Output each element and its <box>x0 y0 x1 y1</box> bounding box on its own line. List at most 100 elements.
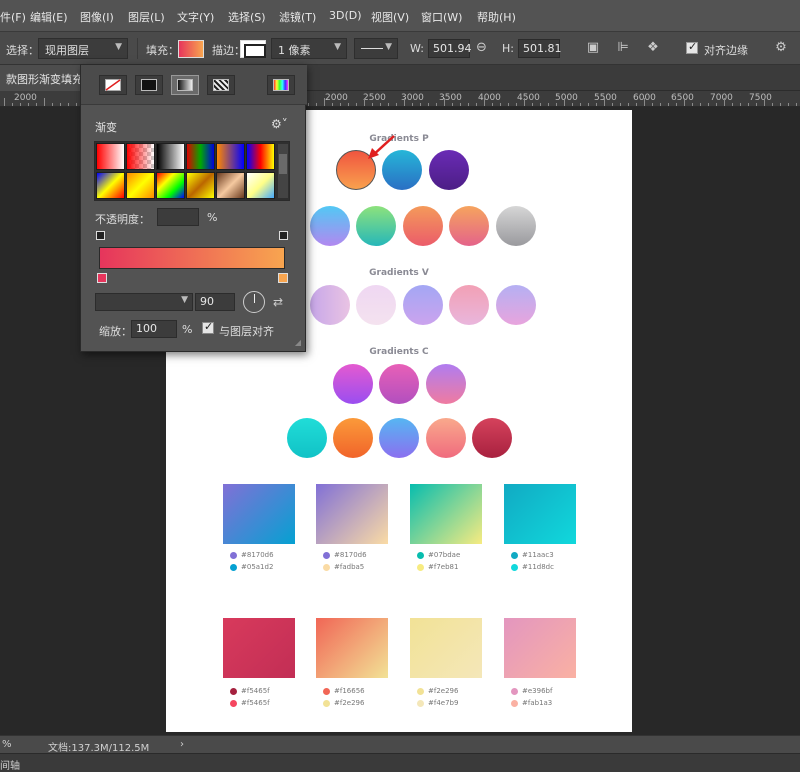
gradient-preset[interactable] <box>216 143 245 170</box>
zoom-level[interactable]: % <box>2 739 12 750</box>
fill-swatch-button[interactable] <box>178 40 204 58</box>
angle-input[interactable]: 90 <box>195 293 235 311</box>
gradient-square[interactable] <box>504 484 576 544</box>
gradient-circle[interactable] <box>333 364 373 404</box>
gradient-square[interactable] <box>410 484 482 544</box>
color-hex: #f16656 <box>334 687 365 695</box>
menu-filter[interactable]: 滤镜(T) <box>279 9 316 25</box>
gradient-circle[interactable] <box>429 150 469 190</box>
pattern-fill-button[interactable] <box>207 75 235 95</box>
menu-view[interactable]: 视图(V) <box>371 9 409 25</box>
gradient-square[interactable] <box>316 484 388 544</box>
path-arrangement-icon[interactable]: ❖ <box>642 38 664 58</box>
gradient-preset[interactable] <box>156 143 185 170</box>
gradient-circle[interactable] <box>496 285 536 325</box>
ruler-tick <box>780 103 781 106</box>
ruler-tick <box>540 103 541 106</box>
menu-help[interactable]: 帮助(H) <box>477 9 516 25</box>
gradient-circle[interactable] <box>287 418 327 458</box>
gear-icon[interactable]: ⚙ <box>770 38 792 58</box>
gradient-preset[interactable] <box>126 143 155 170</box>
color-picker-button[interactable] <box>267 75 295 95</box>
menu-bar: 件(F) 编辑(E) 图像(I) 图层(L) 文字(Y) 选择(S) 滤镜(T)… <box>0 0 800 32</box>
menu-edit[interactable]: 编辑(E) <box>30 9 68 25</box>
align-edges-checkbox[interactable] <box>686 40 698 54</box>
gradient-square[interactable] <box>316 618 388 678</box>
opacity-input[interactable] <box>157 208 199 226</box>
gradient-circle[interactable] <box>379 418 419 458</box>
link-icon[interactable]: ⊖ <box>476 40 487 55</box>
gradient-circle[interactable] <box>403 206 443 246</box>
menu-layer[interactable]: 图层(L) <box>128 9 165 25</box>
ruler-tick <box>660 103 661 106</box>
layer-select-dropdown[interactable]: 现用图层 ▼ <box>38 38 128 59</box>
section-title: Gradients V <box>369 268 429 278</box>
color-dot <box>230 552 237 559</box>
gradient-preset[interactable] <box>216 172 245 199</box>
solid-color-button[interactable] <box>135 75 163 95</box>
gradient-square[interactable] <box>410 618 482 678</box>
gear-icon[interactable]: ⚙˅ <box>271 117 288 131</box>
angle-dial-icon[interactable] <box>243 291 265 313</box>
gradient-circle[interactable] <box>449 285 489 325</box>
gradient-circle[interactable] <box>449 206 489 246</box>
ruler-tick <box>452 103 453 106</box>
gradient-preset[interactable] <box>96 172 125 199</box>
gradient-preview-bar[interactable] <box>99 247 285 269</box>
color-stop-right[interactable] <box>278 273 288 283</box>
menu-image[interactable]: 图像(I) <box>80 9 114 25</box>
opacity-unit: % <box>207 211 218 224</box>
menu-type[interactable]: 文字(Y) <box>177 9 214 25</box>
align-with-layer-checkbox[interactable] <box>202 320 214 334</box>
gradient-preset[interactable] <box>156 172 185 199</box>
width-input[interactable]: 501.94 <box>428 39 472 58</box>
gradient-square[interactable] <box>223 618 295 678</box>
gradient-preset[interactable] <box>246 172 275 199</box>
gradient-circle[interactable] <box>496 206 536 246</box>
presets-scrollbar[interactable] <box>278 144 288 198</box>
color-stop-left[interactable] <box>97 273 107 283</box>
gradient-style-dropdown[interactable]: ▼ <box>95 293 193 311</box>
menu-3d[interactable]: 3D(D) <box>329 9 362 22</box>
gradient-preset[interactable] <box>96 143 125 170</box>
document-tab[interactable]: 款图形渐变填充 <box>0 65 89 91</box>
gradient-preset[interactable] <box>126 172 155 199</box>
color-hex: #f5465f <box>241 699 270 707</box>
stroke-width-field[interactable]: 1 像素 ▼ <box>271 38 347 59</box>
path-operations-icon[interactable]: ▣ <box>582 38 604 58</box>
chevron-right-icon[interactable]: › <box>180 739 184 750</box>
height-input[interactable]: 501.81 <box>518 39 562 58</box>
timeline-label[interactable]: 间轴 <box>0 757 20 772</box>
opacity-stop-right[interactable] <box>279 231 288 240</box>
gradient-circle[interactable] <box>356 206 396 246</box>
path-alignment-icon[interactable]: ⊫ <box>612 38 634 58</box>
gradient-square[interactable] <box>223 484 295 544</box>
no-fill-button[interactable] <box>99 75 127 95</box>
gradient-preset[interactable] <box>186 172 215 199</box>
menu-file[interactable]: 件(F) <box>0 9 26 25</box>
gradient-circle[interactable] <box>472 418 512 458</box>
menu-select[interactable]: 选择(S) <box>228 9 266 25</box>
gradient-fill-button[interactable] <box>171 75 199 95</box>
gradient-circle[interactable] <box>403 285 443 325</box>
gradient-circle[interactable] <box>310 285 350 325</box>
reverse-icon[interactable]: ⇄ <box>273 295 283 309</box>
gradient-circle[interactable] <box>310 206 350 246</box>
gradient-square[interactable] <box>504 618 576 678</box>
gradient-circle[interactable] <box>356 285 396 325</box>
gradient-circle[interactable] <box>426 364 466 404</box>
menu-window[interactable]: 窗口(W) <box>421 9 462 25</box>
stroke-swatch-button[interactable] <box>240 40 266 58</box>
gradient-circle[interactable] <box>426 418 466 458</box>
scale-input[interactable]: 100 <box>131 320 177 338</box>
gradient-preset[interactable] <box>186 143 215 170</box>
stroke-type-dropdown[interactable]: ▼ <box>354 38 398 59</box>
resize-grip-icon[interactable]: ◢ <box>295 338 301 347</box>
ruler-tick <box>772 103 773 106</box>
ruler-tick <box>684 98 685 106</box>
gradient-preset[interactable] <box>246 143 275 170</box>
scrollbar-thumb[interactable] <box>279 154 287 174</box>
opacity-stop-left[interactable] <box>96 231 105 240</box>
gradient-circle[interactable] <box>333 418 373 458</box>
gradient-circle[interactable] <box>379 364 419 404</box>
